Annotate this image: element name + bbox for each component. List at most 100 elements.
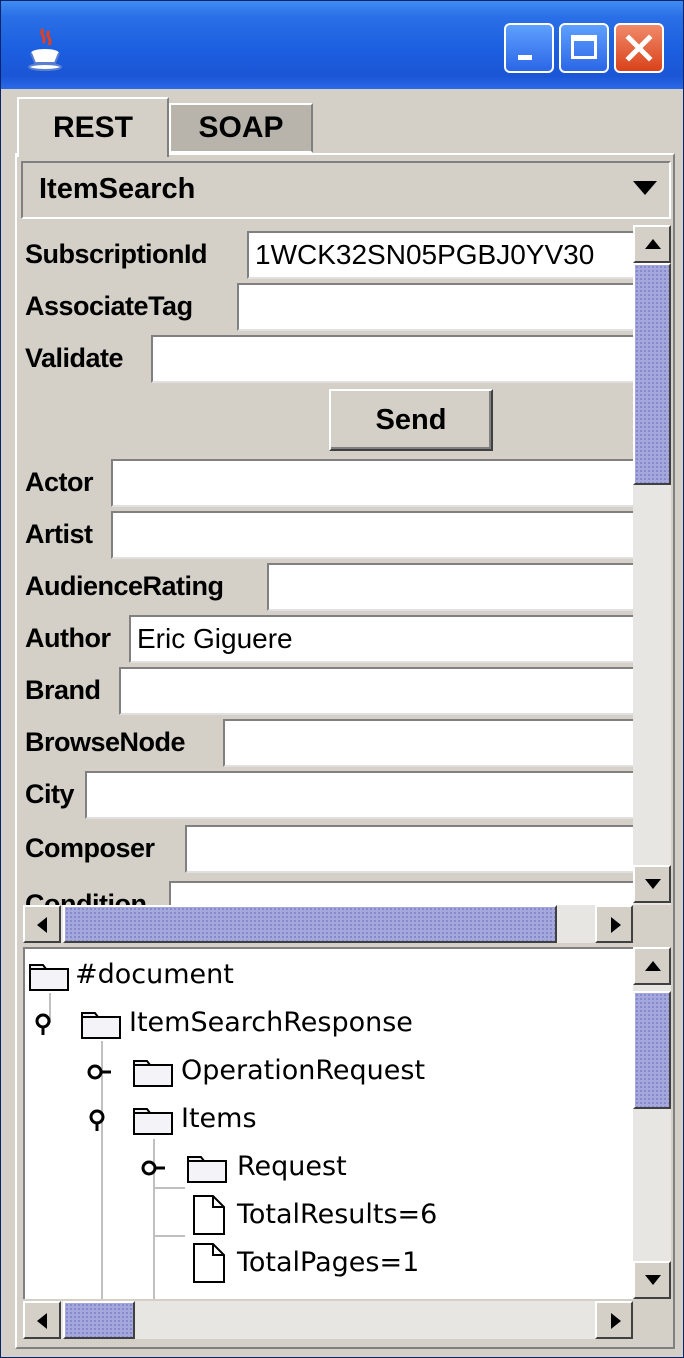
scroll-down-button[interactable] (633, 1261, 671, 1299)
arrow-down-icon (645, 1275, 661, 1285)
close-button[interactable] (614, 23, 664, 73)
arrow-up-icon (645, 239, 661, 249)
arrow-down-icon (645, 879, 661, 889)
form-row-browsenode: BrowseNode (23, 719, 633, 767)
validate-field[interactable] (151, 335, 633, 383)
expanded-handle-icon[interactable] (33, 1013, 63, 1035)
form-horizontal-scrollbar[interactable] (23, 905, 633, 943)
tree-node-totalresults[interactable]: TotalResults=6 (25, 1193, 625, 1239)
minimize-icon (518, 55, 532, 60)
form-row-validate: Validate (23, 335, 633, 383)
scroll-up-button[interactable] (633, 947, 671, 985)
scroll-left-button[interactable] (23, 905, 61, 943)
scroll-right-button[interactable] (595, 905, 633, 943)
folder-icon (187, 1156, 227, 1183)
form-row-associatetag: AssociateTag (23, 283, 633, 331)
browsenode-field[interactable] (223, 719, 633, 767)
tree-node-label: Request (237, 1151, 347, 1182)
arrow-right-icon (611, 1313, 621, 1329)
actor-field[interactable] (111, 459, 633, 507)
scroll-corner (633, 905, 671, 943)
field-label: BrowseNode (25, 727, 186, 757)
parameter-form: SubscriptionId 1WCK32SN05PGBJ0YV30 Assoc… (23, 225, 633, 905)
form-row-artist: Artist (23, 511, 633, 559)
field-label: Artist (25, 519, 93, 549)
field-label: Brand (25, 675, 101, 705)
brand-field[interactable] (119, 667, 633, 715)
condition-field[interactable] (169, 881, 633, 905)
form-vertical-scrollbar[interactable] (633, 225, 671, 905)
form-row-condition: Condition (23, 881, 633, 905)
field-label: Author (25, 623, 111, 653)
send-button[interactable]: Send (329, 389, 493, 451)
form-row-audiencerating: AudienceRating (23, 563, 633, 611)
audiencerating-field[interactable] (267, 563, 633, 611)
tree-node-document[interactable]: #document (25, 953, 625, 999)
form-row-author: Author Eric Giguere (23, 615, 633, 663)
minimize-button[interactable] (504, 23, 554, 73)
tree-node-label: #document (75, 959, 234, 990)
scroll-up-button[interactable] (633, 225, 671, 263)
scroll-thumb[interactable] (63, 905, 557, 943)
form-row-city: City (23, 771, 633, 819)
composer-field[interactable] (185, 825, 633, 873)
folder-icon (81, 1012, 121, 1039)
expanded-handle-icon[interactable] (87, 1109, 117, 1131)
tab-bar: REST SOAP (9, 97, 677, 157)
form-row-actor: Actor (23, 459, 633, 507)
java-coffee-icon (28, 28, 62, 71)
scroll-thumb[interactable] (633, 263, 671, 485)
app-window: REST SOAP ItemSearch SubscriptionId 1WCK… (0, 0, 684, 1358)
tree-node-operationrequest[interactable]: OperationRequest (25, 1049, 625, 1095)
scroll-corner (633, 1301, 671, 1339)
tree-horizontal-scrollbar[interactable] (23, 1301, 633, 1339)
city-field[interactable] (85, 771, 633, 819)
form-row-brand: Brand (23, 667, 633, 715)
subscriptionid-field[interactable]: 1WCK32SN05PGBJ0YV30 (247, 231, 633, 279)
close-icon (625, 34, 653, 62)
collapsed-handle-icon[interactable] (141, 1157, 171, 1179)
scroll-right-button[interactable] (595, 1301, 633, 1339)
tree-vertical-scrollbar[interactable] (633, 947, 671, 1299)
tree-node-request[interactable]: Request (25, 1145, 625, 1191)
tree-node-label: OperationRequest (181, 1055, 426, 1086)
associatetag-field[interactable] (237, 283, 633, 331)
author-field[interactable]: Eric Giguere (129, 615, 633, 663)
field-label: SubscriptionId (25, 239, 208, 269)
field-label: Actor (25, 467, 94, 497)
scroll-left-button[interactable] (23, 1301, 61, 1339)
tab-soap[interactable]: SOAP (169, 103, 313, 153)
field-label: AssociateTag (25, 291, 193, 321)
scroll-thumb[interactable] (633, 991, 671, 1109)
folder-icon (133, 1060, 173, 1087)
maximize-button[interactable] (559, 23, 609, 73)
folder-icon (29, 964, 69, 991)
arrow-left-icon (37, 917, 47, 933)
scroll-thumb[interactable] (63, 1301, 135, 1339)
chevron-down-icon[interactable] (633, 181, 657, 195)
title-bar[interactable] (1, 1, 683, 89)
tree-node-label: ItemSearchResponse (129, 1007, 413, 1038)
arrow-up-icon (645, 961, 661, 971)
tree-node-totalpages[interactable]: TotalPages=1 (25, 1241, 625, 1287)
tree-node-label: TotalResults=6 (237, 1199, 438, 1230)
field-label: AudienceRating (25, 571, 224, 601)
tab-rest[interactable]: REST (17, 97, 169, 157)
response-tree: #document ItemSearchResponse OperationRe… (23, 947, 633, 1299)
field-label: City (25, 779, 75, 809)
collapsed-handle-icon[interactable] (87, 1061, 117, 1083)
form-row-composer: Composer (23, 825, 633, 873)
folder-icon (133, 1108, 173, 1135)
field-label: Composer (25, 833, 155, 863)
document-icon (193, 1243, 225, 1283)
tree-node-label: TotalPages=1 (237, 1247, 420, 1278)
field-label: Validate (25, 343, 124, 373)
maximize-icon (571, 35, 597, 59)
form-row-subscriptionid: SubscriptionId 1WCK32SN05PGBJ0YV30 (23, 231, 633, 279)
tree-node-itemsearchresponse[interactable]: ItemSearchResponse (25, 1001, 625, 1047)
document-icon (193, 1195, 225, 1235)
operation-select[interactable]: ItemSearch (21, 161, 671, 219)
artist-field[interactable] (111, 511, 633, 559)
tree-node-items[interactable]: Items (25, 1097, 625, 1143)
scroll-down-button[interactable] (633, 865, 671, 903)
